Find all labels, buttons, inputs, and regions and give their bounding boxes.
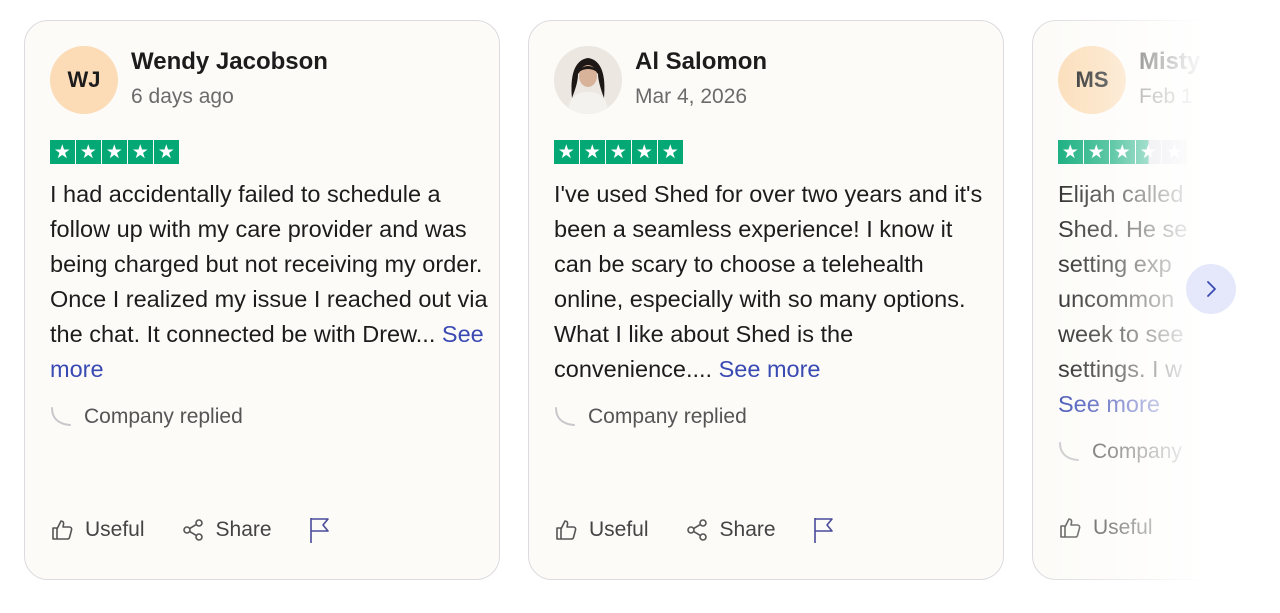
star-rating: ★ ★ ★ ★ ★ bbox=[1058, 140, 1188, 164]
thumbs-up-icon bbox=[1060, 518, 1081, 538]
star-icon: ★ bbox=[1109, 140, 1135, 164]
flag-icon bbox=[309, 518, 329, 543]
avatar: WJ bbox=[50, 46, 118, 114]
star-icon: ★ bbox=[153, 140, 179, 164]
useful-label: Useful bbox=[1093, 516, 1153, 539]
reviewer-name[interactable]: Wendy Jacobson bbox=[131, 48, 328, 76]
review-text: I've used Shed for over two years and it… bbox=[554, 181, 983, 382]
star-icon: ★ bbox=[657, 140, 683, 164]
share-button[interactable]: Share bbox=[181, 518, 272, 542]
star-icon: ★ bbox=[101, 140, 127, 164]
star-icon: ★ bbox=[631, 140, 657, 164]
review-card: WJ Wendy Jacobson 6 days ago ★ ★ ★ ★ ★ I… bbox=[24, 20, 500, 580]
photo-avatar-icon bbox=[554, 46, 622, 114]
review-text-line: week to see bbox=[1058, 321, 1184, 347]
avatar: MS bbox=[1058, 46, 1126, 114]
review-date: Mar 4, 2026 bbox=[635, 85, 748, 108]
report-flag-button[interactable] bbox=[308, 516, 343, 544]
star-icon: ★ bbox=[75, 140, 101, 164]
reply-curve-icon bbox=[1059, 442, 1079, 461]
company-replied-label: Company bbox=[1092, 440, 1182, 463]
review-actions: Useful bbox=[1058, 516, 1189, 540]
useful-label: Useful bbox=[85, 518, 145, 541]
review-text: I had accidentally failed to schedule a … bbox=[50, 181, 488, 347]
see-more-link[interactable]: See more bbox=[719, 356, 821, 382]
star-icon: ★ bbox=[1135, 140, 1161, 164]
reviewer-name[interactable]: Al Salomon bbox=[635, 48, 767, 76]
useful-button[interactable]: Useful bbox=[50, 518, 145, 542]
star-icon: ★ bbox=[50, 140, 75, 164]
review-text-line: Elijah called bbox=[1058, 181, 1184, 207]
review-text-container: I've used Shed for over two years and it… bbox=[554, 177, 994, 387]
useful-button[interactable]: Useful bbox=[1058, 516, 1153, 540]
reviewer-name[interactable]: Misty bbox=[1139, 48, 1200, 76]
review-text-container: I had accidentally failed to schedule a … bbox=[50, 177, 490, 387]
carousel-next-button[interactable] bbox=[1186, 264, 1236, 314]
report-flag-button[interactable] bbox=[812, 516, 847, 544]
review-text-line: Shed. He se bbox=[1058, 216, 1188, 242]
star-icon: ★ bbox=[1161, 140, 1187, 164]
review-card: MS Misty Feb 1 ★ ★ ★ ★ ★ Elijah called S… bbox=[1032, 20, 1280, 580]
share-icon bbox=[686, 519, 707, 541]
star-icon: ★ bbox=[1058, 140, 1083, 164]
star-rating: ★ ★ ★ ★ ★ bbox=[50, 140, 180, 164]
review-text-container: Elijah called Shed. He se setting exp un… bbox=[1058, 177, 1280, 422]
star-icon: ★ bbox=[605, 140, 631, 164]
review-text-line: settings. I w bbox=[1058, 356, 1183, 382]
useful-label: Useful bbox=[589, 518, 649, 541]
review-text-line: uncommon bbox=[1058, 286, 1175, 312]
company-replied-label: Company replied bbox=[588, 405, 747, 428]
chevron-right-icon bbox=[1207, 281, 1216, 297]
review-date: 6 days ago bbox=[131, 85, 234, 108]
review-card: Al Salomon Mar 4, 2026 ★ ★ ★ ★ ★ I've us… bbox=[528, 20, 1004, 580]
star-icon: ★ bbox=[1083, 140, 1109, 164]
share-label: Share bbox=[215, 518, 272, 541]
company-replied-label: Company replied bbox=[84, 405, 243, 428]
thumbs-up-icon bbox=[52, 520, 73, 540]
avatar bbox=[554, 46, 622, 114]
company-replied[interactable]: Company bbox=[1058, 440, 1182, 464]
thumbs-up-icon bbox=[556, 520, 577, 540]
useful-button[interactable]: Useful bbox=[554, 518, 649, 542]
reviews-carousel: WJ Wendy Jacobson 6 days ago ★ ★ ★ ★ ★ I… bbox=[0, 0, 1280, 613]
share-label: Share bbox=[719, 518, 776, 541]
star-icon: ★ bbox=[579, 140, 605, 164]
share-icon bbox=[182, 519, 203, 541]
review-text-line: setting exp bbox=[1058, 251, 1172, 277]
review-actions: Useful Share bbox=[554, 516, 883, 544]
star-icon: ★ bbox=[554, 140, 579, 164]
star-rating: ★ ★ ★ ★ ★ bbox=[554, 140, 684, 164]
company-replied[interactable]: Company replied bbox=[554, 405, 747, 429]
see-more-link[interactable]: See more bbox=[1058, 387, 1280, 422]
review-date: Feb 1 bbox=[1139, 85, 1193, 108]
reply-curve-icon bbox=[555, 407, 575, 426]
flag-icon bbox=[813, 518, 833, 543]
star-icon: ★ bbox=[127, 140, 153, 164]
share-button[interactable]: Share bbox=[685, 518, 776, 542]
review-actions: Useful Share bbox=[50, 516, 379, 544]
company-replied[interactable]: Company replied bbox=[50, 405, 243, 429]
reply-curve-icon bbox=[51, 407, 71, 426]
